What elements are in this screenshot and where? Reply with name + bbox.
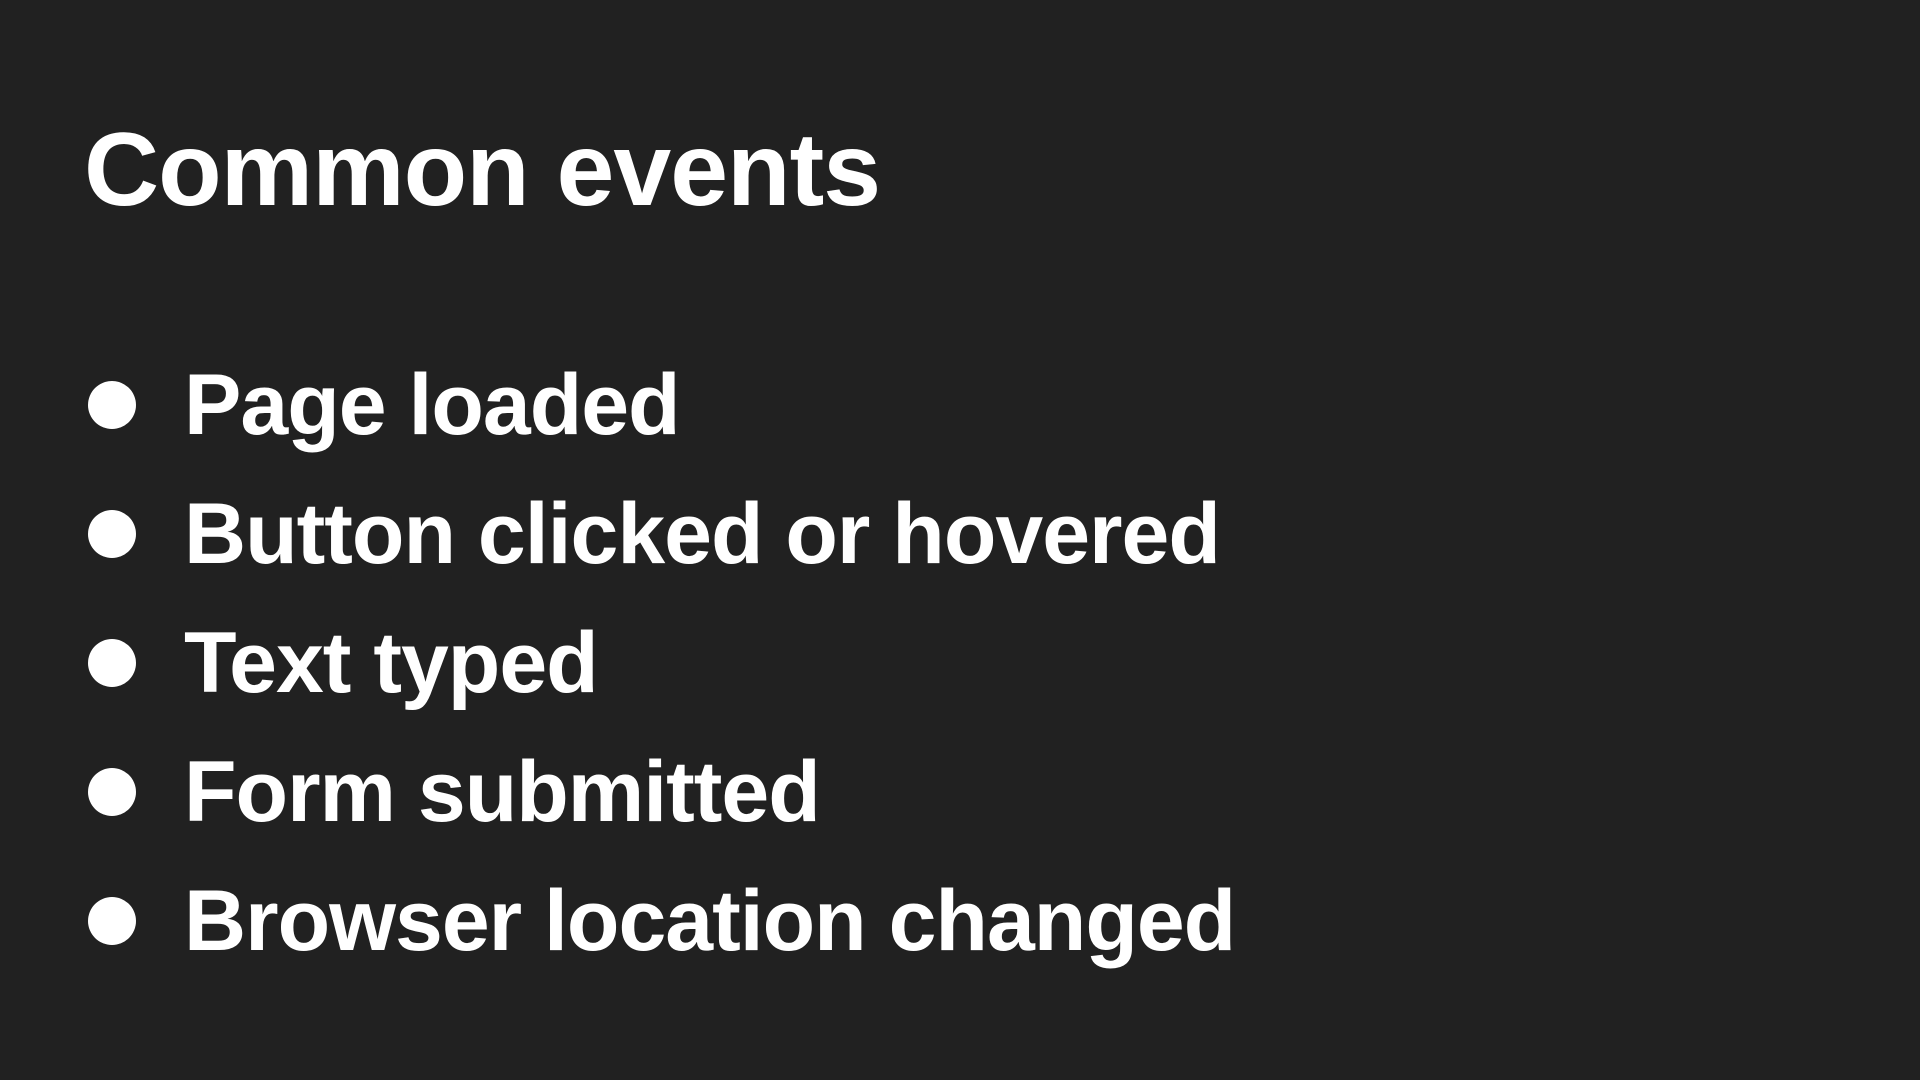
bullet-item-text-typed: Text typed <box>88 598 1235 727</box>
slide: Common events Page loaded Button clicked… <box>0 0 1920 1080</box>
bullet-dot-icon <box>88 509 136 558</box>
bullet-item-form-submitted: Form submitted <box>88 727 1235 856</box>
bullet-dot-icon <box>88 767 136 816</box>
bullet-text: Form submitted <box>184 743 821 840</box>
bullet-item-button-clicked: Button clicked or hovered <box>88 469 1235 598</box>
bullet-list: Page loaded Button clicked or hovered Te… <box>88 340 1236 985</box>
bullet-text: Page loaded <box>184 356 681 453</box>
bullet-item-location-changed: Browser location changed <box>88 856 1236 985</box>
bullet-text: Button clicked or hovered <box>184 485 1221 582</box>
bullet-dot-icon <box>88 638 136 687</box>
bullet-item-page-loaded: Page loaded <box>88 340 1235 469</box>
bullet-dot-icon <box>88 380 136 429</box>
bullet-text: Text typed <box>184 614 599 711</box>
slide-title: Common events <box>84 112 881 228</box>
bullet-text: Browser location changed <box>184 872 1236 969</box>
bullet-dot-icon <box>88 896 136 945</box>
